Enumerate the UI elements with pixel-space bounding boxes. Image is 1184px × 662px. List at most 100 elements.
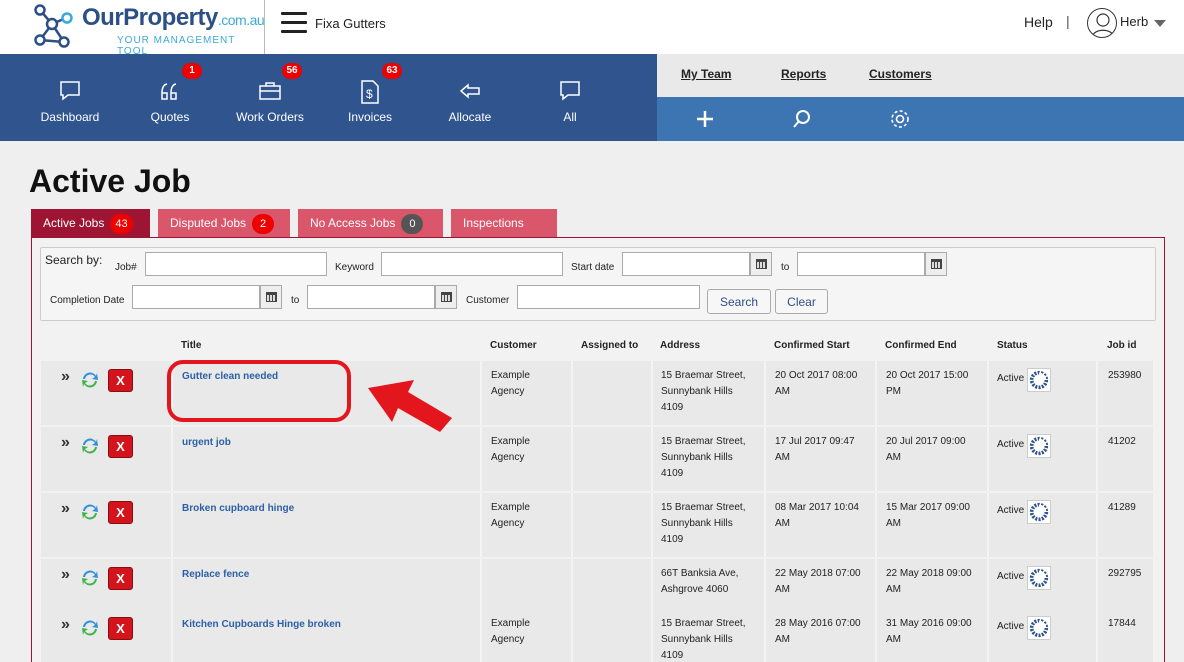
sync-icon[interactable] [81,437,99,455]
column-confirmed-end[interactable]: Confirmed End [885,340,957,351]
confirmed-start-cell: 20 Oct 2017 08:00 AM [775,368,857,400]
help-link[interactable]: Help [1024,14,1053,30]
address-line: 66T Banksia Ave, [661,568,739,579]
tab-inspections[interactable]: Inspections [451,209,557,238]
expand-chevron-icon[interactable]: » [61,368,70,386]
job-title-link[interactable]: Kitchen Cupboards Hinge broken [182,619,341,630]
job-title-link[interactable]: Broken cupboard hinge [182,503,294,514]
nav-allocate[interactable]: Allocate [420,54,520,141]
job-number-input[interactable] [145,252,327,276]
sync-icon[interactable] [81,569,99,587]
sync-icon[interactable] [81,371,99,389]
job-title-link[interactable]: Replace fence [182,569,249,580]
search-heading: Search by: [45,253,103,267]
nav-work-orders[interactable]: 56 Work Orders [220,54,320,141]
user-icon [1091,13,1115,37]
address-line: Sunnybank Hills [661,518,733,529]
customer-cell: Example Agency [491,434,530,466]
gear-icon[interactable] [888,107,912,131]
chevron-down-icon[interactable] [1154,20,1166,27]
customer-input[interactable] [517,285,700,309]
column-customer[interactable]: Customer [490,340,537,351]
sync-icon[interactable] [81,503,99,521]
delete-button[interactable]: X [108,501,133,524]
expand-chevron-icon[interactable]: » [61,500,70,518]
clear-button[interactable]: Clear [775,289,828,314]
start-date-label: Start date [571,262,615,273]
add-icon[interactable] [693,107,717,131]
progress-status-icon[interactable] [1027,434,1051,458]
address-line: 15 Braemar Street, [661,370,746,381]
confirmed-start-line: AM [775,584,790,595]
expand-chevron-icon[interactable]: » [61,616,70,634]
calendar-icon[interactable] [750,252,772,276]
logo[interactable]: OurProperty.com.au YOUR MANAGEMENT TOOL [0,0,265,57]
column-confirmed-start[interactable]: Confirmed Start [774,340,850,351]
search-panel: Search by: Job# Keyword Start date to Co… [40,247,1156,321]
column-address[interactable]: Address [660,340,700,351]
delete-button[interactable]: X [108,567,133,590]
delete-button[interactable]: X [108,435,133,458]
calendar-icon[interactable] [925,252,947,276]
chat-icon [560,81,580,101]
hamburger-menu-icon[interactable] [281,12,307,34]
calendar-icon[interactable] [260,285,282,309]
confirmed-start-line: 28 May 2016 07:00 [775,618,861,629]
confirmed-end-line: 20 Oct 2017 15:00 [886,370,969,381]
sync-icon[interactable] [81,619,99,637]
tab-label: No Access Jobs [310,216,396,230]
keyword-input[interactable] [381,252,563,276]
status-badge: Active [997,505,1025,516]
confirmed-start-line: 08 Mar 2017 10:04 [775,502,859,513]
invoice-icon: $ [361,80,379,104]
company-name: Fixa Gutters [315,16,386,31]
user-name[interactable]: Herb [1120,14,1148,29]
confirmed-end-line: AM [886,518,901,529]
column-assigned-to[interactable]: Assigned to [581,340,638,351]
confirmed-end-line: AM [886,452,901,463]
table-cell [573,493,653,557]
customer-line: Agency [491,452,525,463]
confirmed-end-cell: 31 May 2016 09:00 AM [886,616,972,648]
tab-label: Disputed Jobs [170,216,247,230]
completion-date-from-input[interactable] [132,285,260,309]
confirmed-start-cell: 08 Mar 2017 10:04 AM [775,500,859,532]
progress-status-icon[interactable] [1027,368,1051,392]
expand-chevron-icon[interactable]: » [61,434,70,452]
nav-all[interactable]: All [520,54,620,141]
progress-status-icon[interactable] [1027,616,1051,640]
start-date-to-input[interactable] [797,252,925,276]
tab-disputed-jobs[interactable]: Disputed Jobs 2 [158,209,290,238]
delete-button[interactable]: X [108,369,133,392]
nav-label: Dashboard [40,110,100,124]
column-job-id[interactable]: Job id [1107,340,1136,351]
reports-link[interactable]: Reports [781,67,826,81]
my-team-link[interactable]: My Team [681,67,731,81]
column-title[interactable]: Title [181,340,201,351]
start-date-from-input[interactable] [622,252,750,276]
job-id-cell: 41202 [1108,436,1136,447]
completion-date-to-input[interactable] [307,285,435,309]
delete-button[interactable]: X [108,617,133,640]
tab-no-access-jobs[interactable]: No Access Jobs 0 [298,209,443,238]
nav-dashboard[interactable]: Dashboard [20,54,120,141]
search-button[interactable]: Search [707,289,771,314]
calendar-icon[interactable] [435,285,457,309]
progress-status-icon[interactable] [1027,500,1051,524]
confirmed-end-cell: 20 Oct 2017 15:00 PM [886,368,968,400]
column-status[interactable]: Status [997,340,1028,351]
network-logo-icon [34,4,73,48]
job-title-link[interactable]: urgent job [182,437,231,448]
search-icon[interactable] [790,107,814,131]
progress-status-icon[interactable] [1027,566,1051,590]
customers-link[interactable]: Customers [869,67,932,81]
address-line: 4109 [661,402,684,413]
expand-chevron-icon[interactable]: » [61,566,70,584]
nav-invoices[interactable]: $ 63 Invoices [320,54,420,141]
customer-line: Agency [491,386,525,397]
nav-quotes[interactable]: 1 Quotes [120,54,220,141]
tab-active-jobs[interactable]: Active Jobs 43 [31,209,150,238]
avatar[interactable] [1087,8,1117,38]
status-badge: Active [997,439,1025,450]
sub-nav: My Team Reports Customers [657,54,1184,97]
